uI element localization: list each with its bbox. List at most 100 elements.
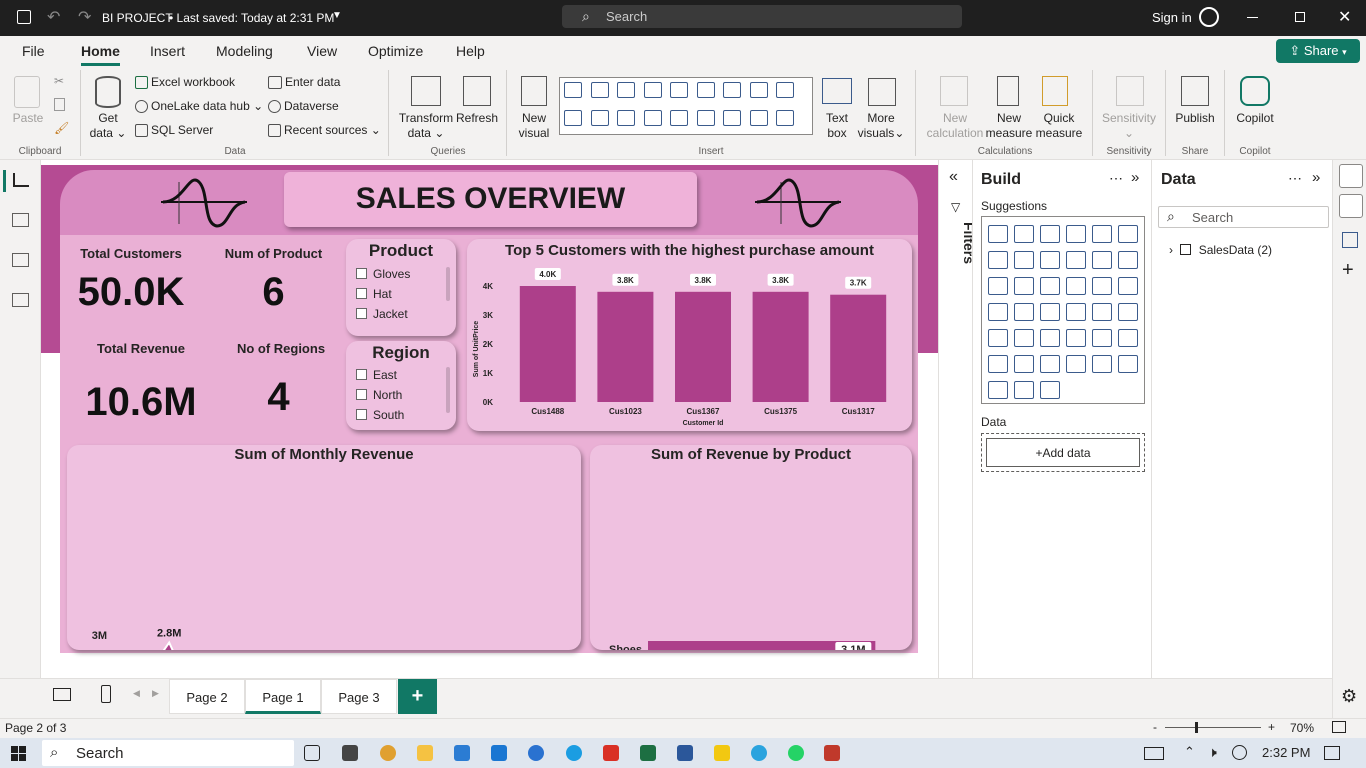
visual-type-icon[interactable] (1066, 329, 1086, 347)
visual-type-icon[interactable] (1040, 381, 1060, 399)
copilot-button[interactable]: Copilot (1230, 111, 1280, 126)
visual-type-icon[interactable] (988, 251, 1008, 269)
visual-type-icon[interactable] (1118, 303, 1138, 321)
menu-home[interactable]: Home (81, 43, 120, 66)
visual-type-icon[interactable] (988, 303, 1008, 321)
add-data-button[interactable]: +Add data (986, 438, 1140, 467)
new-measure-button[interactable]: New measure (984, 111, 1034, 141)
visual-type-icon[interactable] (749, 82, 768, 98)
sensitivity-button[interactable]: Sensitivity ⌄ (1098, 111, 1160, 141)
chevron-left-icon[interactable]: « (949, 168, 958, 186)
share-button[interactable]: ⇪ Share ▾ (1276, 39, 1360, 63)
tab-page-1[interactable]: Page 1 (245, 679, 321, 714)
app-icon[interactable] (342, 745, 358, 761)
mail-icon[interactable] (491, 745, 507, 761)
visual-type-icon[interactable] (988, 381, 1008, 399)
visual-type-icon[interactable] (1014, 251, 1034, 269)
text-box-button[interactable]: Text box (818, 111, 856, 141)
visual-type-icon[interactable] (988, 225, 1008, 243)
menu-insert[interactable]: Insert (150, 43, 185, 59)
more-visuals-button[interactable]: More visuals⌄ (856, 111, 906, 141)
sql-server-button[interactable]: SQL Server (135, 123, 213, 138)
visual-type-icon[interactable] (590, 110, 609, 126)
menu-modeling[interactable]: Modeling (216, 43, 273, 59)
collapse-icon[interactable]: » (1312, 169, 1320, 186)
visual-type-icon[interactable] (988, 329, 1008, 347)
gmail-icon[interactable] (603, 745, 619, 761)
search-box[interactable]: ⌕ Search (562, 5, 962, 28)
visual-type-icon[interactable] (1066, 251, 1086, 269)
notification-icon[interactable] (1324, 746, 1340, 760)
visual-type-icon[interactable] (776, 110, 794, 126)
visual-type-icon[interactable] (1014, 329, 1034, 347)
active-app-icon[interactable] (824, 745, 840, 761)
visual-type-icon[interactable] (1118, 355, 1138, 373)
data-search-input[interactable]: ⌕ Search (1158, 206, 1329, 228)
menu-file[interactable]: File (22, 43, 45, 59)
menu-help[interactable]: Help (456, 43, 485, 59)
desktop-layout-icon[interactable] (53, 688, 71, 701)
top-customers-chart[interactable]: Top 5 Customers with the highest purchas… (467, 239, 912, 431)
publish-button[interactable]: Publish (1170, 111, 1220, 126)
slicer-item-hat[interactable]: Hat (356, 287, 392, 301)
format-icon[interactable] (1342, 232, 1358, 248)
visual-type-icon[interactable] (1092, 251, 1112, 269)
new-visual-button[interactable]: New visual (512, 111, 556, 141)
task-view-icon[interactable] (304, 745, 320, 761)
region-slicer[interactable]: Region East North South (346, 341, 456, 430)
tab-page-2[interactable]: Page 2 (169, 679, 245, 714)
monthly-revenue-chart[interactable]: Sum of Monthly Revenue 0M1M2M3M1.3MJanua… (67, 445, 581, 650)
visual-gallery[interactable] (559, 77, 813, 135)
store-icon[interactable] (454, 745, 470, 761)
cut-icon[interactable]: ✂ (54, 74, 64, 88)
visual-type-icon[interactable] (696, 82, 715, 98)
visual-type-icon[interactable] (1118, 329, 1138, 347)
visual-type-icon[interactable] (1092, 277, 1112, 295)
visual-type-icon[interactable] (1092, 329, 1112, 347)
power-bi-icon[interactable] (714, 745, 730, 761)
checkbox[interactable] (356, 268, 367, 279)
checkbox[interactable] (356, 308, 367, 319)
visual-type-icon[interactable] (1118, 251, 1138, 269)
visual-type-icon[interactable] (776, 82, 794, 98)
build-pane-icon[interactable] (1339, 194, 1363, 218)
close-icon[interactable]: ✕ (1338, 7, 1351, 27)
visual-type-icon[interactable] (564, 82, 582, 98)
visual-type-icon[interactable] (1040, 303, 1060, 321)
chevron-right-icon[interactable]: ▶ (152, 688, 159, 699)
menu-view[interactable]: View (307, 43, 337, 59)
taskbar-search[interactable]: ⌕ Search (42, 740, 294, 766)
checkbox[interactable] (356, 409, 367, 420)
windows-start-icon[interactable] (11, 746, 26, 761)
get-data-button[interactable]: Get data ⌄ (88, 111, 128, 141)
model-view-icon[interactable] (12, 253, 29, 267)
edge-icon[interactable] (566, 745, 582, 761)
visual-type-icon[interactable] (1066, 225, 1086, 243)
chevron-left-icon[interactable]: ◀ (133, 688, 140, 699)
transform-data-button[interactable]: Transform data ⌄ (396, 111, 456, 141)
visual-type-icon[interactable] (1118, 225, 1138, 243)
tab-page-3[interactable]: Page 3 (321, 679, 397, 714)
minimize-icon[interactable] (1247, 17, 1258, 18)
visual-type-icon[interactable] (1014, 225, 1034, 243)
visual-type-icon[interactable] (617, 82, 635, 98)
enter-data-button[interactable]: Enter data (268, 75, 340, 90)
mobile-layout-icon[interactable] (101, 685, 111, 703)
visual-type-icon[interactable] (643, 110, 662, 126)
visual-type-icon[interactable] (1040, 329, 1060, 347)
visual-type-icon[interactable] (1040, 225, 1060, 243)
visual-type-icon[interactable] (1040, 251, 1060, 269)
visual-type-icon[interactable] (1092, 355, 1112, 373)
visual-type-icon[interactable] (1014, 303, 1034, 321)
visual-type-icon[interactable] (1040, 355, 1060, 373)
telegram-icon[interactable] (751, 745, 767, 761)
slicer-item-jacket[interactable]: Jacket (356, 307, 408, 321)
dax-query-icon[interactable] (12, 293, 29, 307)
revenue-by-product-chart[interactable]: Sum of Revenue by Product Shoes3.1MShirt… (590, 445, 912, 650)
visual-type-icon[interactable] (1066, 355, 1086, 373)
visual-type-icon[interactable] (1014, 381, 1034, 399)
add-pane-icon[interactable]: + (1342, 259, 1354, 282)
visual-type-icon[interactable] (1092, 303, 1112, 321)
excel-icon[interactable] (640, 745, 656, 761)
data-pane-icon[interactable] (1339, 164, 1363, 188)
